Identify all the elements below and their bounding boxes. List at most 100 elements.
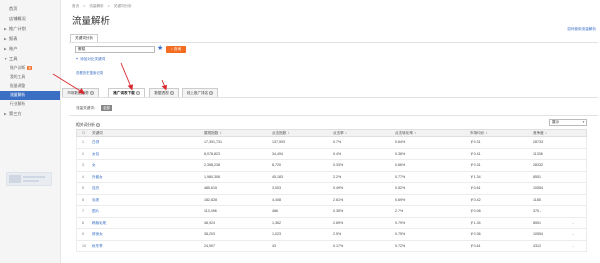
add-compare-keyword-link[interactable]: + 添加对比关键词 bbox=[76, 57, 105, 62]
table-row[interactable]: 1 白领 17,391,731 137,593 0.7% 0.64% ￥0.31 28733 bbox=[76, 137, 587, 149]
cell-keyword[interactable]: 秋冬季 bbox=[92, 241, 103, 252]
cell-avg-price: ￥0.31 bbox=[470, 140, 481, 144]
cell-keyword[interactable]: 韩版毛呢 bbox=[92, 218, 106, 229]
cell-index: 8 bbox=[82, 220, 84, 225]
sidebar-sub-label: 批量调整 bbox=[10, 84, 26, 88]
sort-select-value: 展示 bbox=[552, 120, 560, 124]
sidebar-sub-my-tools[interactable]: 我的工具 bbox=[0, 73, 60, 82]
divider bbox=[62, 97, 598, 98]
divider bbox=[69, 42, 598, 43]
search-icon: ⌕ bbox=[170, 47, 173, 51]
sidebar-item-label: 报表 bbox=[9, 36, 18, 41]
sidebar-sub-label: 账户诊断 bbox=[10, 66, 26, 70]
table-row[interactable]: 5 连衣 485,615 3,003 0.49% 0.52% ￥0.61 10554 bbox=[76, 183, 587, 195]
sort-select[interactable]: 展示 ▼ bbox=[549, 119, 587, 126]
cell-action[interactable]: -- bbox=[572, 241, 574, 252]
cell-ctr: 0.35% bbox=[333, 209, 344, 213]
header-impressions[interactable]: 展现指数⇕ bbox=[204, 130, 222, 137]
help-icon[interactable]: ? bbox=[169, 91, 174, 96]
breadcrumb-separator: > bbox=[83, 4, 86, 8]
keyword-table: ☐ 关键词 展现指数⇕ 点击指数⇕ 点击率⇕ 点击转化率⇕ 市场均价⇕ 竞争度⇕… bbox=[76, 129, 587, 252]
cell-impressions: 38,203 bbox=[204, 232, 215, 236]
cell-keyword[interactable]: 女 bbox=[92, 160, 96, 171]
sidebar-item-shop-overview[interactable]: 店铺概况 bbox=[0, 14, 60, 24]
cell-avg-price: ￥0.42 bbox=[470, 197, 481, 202]
star-icon[interactable]: ★ bbox=[157, 45, 163, 53]
keyword-analysis-tab[interactable]: 关键词分析 bbox=[70, 34, 98, 42]
breadcrumb-home[interactable]: 首页 bbox=[72, 4, 79, 8]
breadcrumb-traffic-analysis[interactable]: 流量解析 bbox=[89, 4, 103, 8]
help-icon[interactable]: ? bbox=[135, 91, 140, 96]
cell-keyword[interactable]: 女包 bbox=[92, 149, 99, 160]
sidebar-sub-industry-analysis[interactable]: 行业解析 bbox=[0, 100, 60, 109]
cell-competition: 4312 bbox=[533, 243, 541, 248]
sidebar-item-home[interactable]: 首页 bbox=[0, 4, 60, 14]
header-keyword[interactable]: 关键词 bbox=[92, 130, 103, 137]
cell-keyword[interactable]: 修身女 bbox=[92, 229, 103, 240]
sidebar-item-third-party[interactable]: ▶ 第三方 bbox=[0, 109, 60, 119]
table-row[interactable]: 8 韩版毛呢 48,924 1,362 2.89% 0.79% ￥1.34 8551 -- bbox=[76, 217, 587, 229]
cell-keyword[interactable]: 连衣 bbox=[92, 183, 99, 194]
table-row[interactable]: 7 图片 113,496 486 0.35% 2.7% ￥0.08 375 - bbox=[76, 206, 587, 218]
sidebar-item-account[interactable]: ▶ 账户 bbox=[0, 44, 60, 54]
cell-keyword[interactable]: 白领 bbox=[92, 137, 99, 148]
table-header: ☐ 关键词 展现指数⇕ 点击指数⇕ 点击率⇕ 点击转化率⇕ 市场均价⇕ 竞争度⇕ bbox=[76, 129, 587, 137]
cell-index: 3 bbox=[82, 163, 84, 167]
filter-all-button[interactable]: 全部 bbox=[101, 105, 112, 111]
cell-avg-price: ￥0.61 bbox=[470, 186, 481, 190]
expand-arrow-icon: ▶ bbox=[4, 112, 7, 116]
expand-arrow-icon: ▶ bbox=[4, 37, 7, 41]
table-row[interactable]: 3 女 2,398,238 8,720 0.33% 0.66% ￥0.31 28332 bbox=[76, 160, 587, 172]
breadcrumb-current: 关键词分析 bbox=[113, 4, 132, 8]
header-ctr[interactable]: 点击率⇕ bbox=[333, 130, 347, 137]
header-checkbox[interactable]: ☐ bbox=[82, 130, 85, 137]
collapse-arrow-icon: ▼ bbox=[4, 57, 8, 61]
sidebar-item-reports[interactable]: ▶ 报表 bbox=[0, 34, 60, 44]
cell-action[interactable]: -- bbox=[572, 229, 574, 240]
sidebar-item-promotion-plan[interactable]: ▶ 推广计划 bbox=[0, 24, 60, 34]
header-label: 市场均价 bbox=[470, 131, 485, 135]
cell-keyword[interactable]: 外套女 bbox=[92, 172, 103, 183]
header-clicks[interactable]: 点击指数⇕ bbox=[272, 130, 290, 137]
help-icon[interactable]: ? bbox=[89, 91, 94, 96]
table-row[interactable]: 9 修身女 38,203 1,023 2.5% 0.75% ￥0.36 10554 -- bbox=[76, 229, 587, 241]
sidebar-item-label: 账户 bbox=[9, 46, 18, 51]
tab-label: 数据透视 bbox=[154, 91, 169, 95]
sidebar-sub-batch-adjust[interactable]: 批量调整 bbox=[0, 82, 60, 91]
sidebar-sub-account-diagnosis[interactable]: 账户诊断新 bbox=[0, 64, 60, 73]
cell-keyword[interactable]: 图片 bbox=[92, 206, 99, 217]
history-link[interactable]: 查看历史搜索记录 bbox=[76, 70, 103, 75]
cell-avg-price: ￥0.61 bbox=[470, 243, 481, 248]
header-label: 点击转化率 bbox=[395, 131, 413, 135]
table-row[interactable]: 6 毛呢 182,828 4,408 2.61% 0.69% ￥0.42 1185 bbox=[76, 194, 587, 206]
sort-icon: ⇕ bbox=[544, 131, 548, 135]
help-link[interactable]: 如何使用流量解析 bbox=[567, 27, 596, 32]
cell-avg-price: ￥0.36 bbox=[470, 232, 481, 236]
sort-icon: ⇕ bbox=[485, 131, 488, 135]
sidebar-item-tools[interactable]: ▼ 工具 bbox=[0, 54, 60, 64]
cell-competition: 28733 bbox=[533, 140, 543, 144]
breadcrumb: 首页 > 流量解析 > 关键词分析 bbox=[72, 4, 135, 9]
cell-action[interactable]: -- bbox=[572, 218, 574, 229]
header-cvr[interactable]: 点击转化率⇕ bbox=[395, 130, 416, 137]
expand-arrow-icon: ▶ bbox=[4, 47, 7, 51]
sidebar-sub-traffic-analysis[interactable]: 流量解析 bbox=[0, 91, 60, 100]
table-row[interactable]: 10 秋冬季 24,907 43 0.17% 0.72% ￥0.61 4312 -- bbox=[76, 240, 587, 252]
table-row[interactable]: 4 外套女 1,980,306 45,183 2.2% 0.77% ￥1.34 8551 bbox=[76, 171, 587, 183]
query-button[interactable]: ⌕ 查询 bbox=[166, 46, 186, 53]
cell-clicks: 486 bbox=[272, 209, 278, 213]
cell-clicks: 4,408 bbox=[272, 197, 281, 202]
header-label: 展现指数 bbox=[204, 131, 219, 135]
keyword-input[interactable]: 蛋糕 bbox=[75, 46, 155, 53]
cell-competition: 8551 bbox=[533, 174, 541, 179]
cell-keyword[interactable]: 毛呢 bbox=[92, 195, 99, 206]
cell-competition: 1185 bbox=[533, 197, 541, 202]
header-avg-price[interactable]: 市场均价⇕ bbox=[470, 130, 488, 137]
header-competition[interactable]: 竞争度⇕ bbox=[533, 130, 547, 137]
sidebar-banner-image[interactable] bbox=[6, 172, 52, 186]
help-icon[interactable]: ? bbox=[209, 91, 214, 96]
help-icon[interactable]: ? bbox=[95, 123, 100, 127]
cell-avg-price: ￥0.08 bbox=[470, 209, 481, 213]
table-row[interactable]: 2 女包 8,078,823 34,494 0.4% 0.36% ￥0.41 11336 bbox=[76, 148, 587, 160]
cell-competition: 10554 bbox=[533, 186, 543, 190]
